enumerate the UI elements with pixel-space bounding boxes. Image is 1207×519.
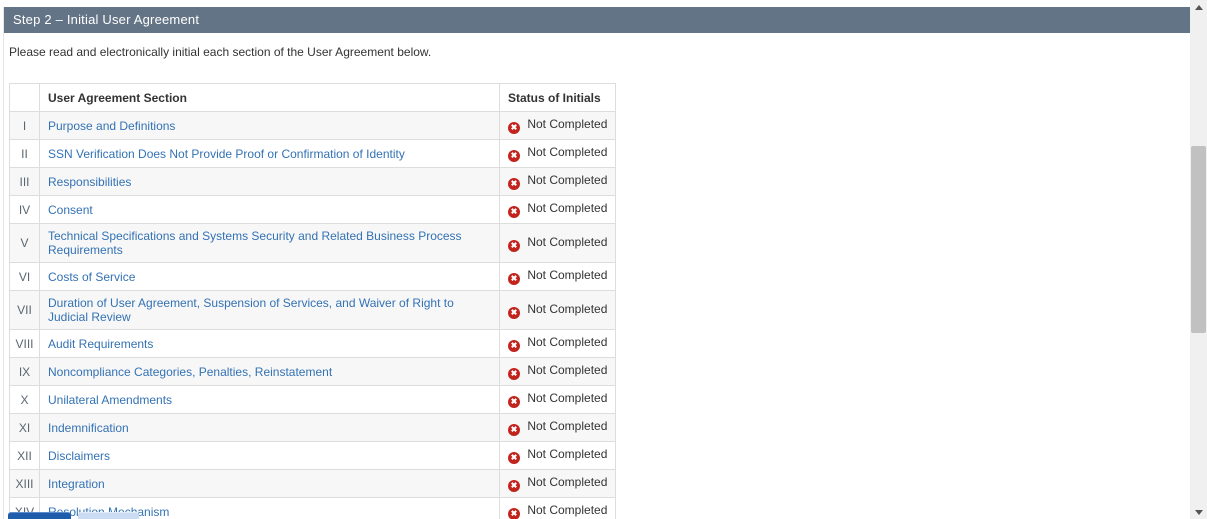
column-header-status: Status of Initials: [500, 84, 616, 112]
x-circle-icon: ✖: [508, 273, 520, 285]
scroll-down-icon[interactable]: [1190, 505, 1207, 519]
row-numeral: V: [10, 224, 40, 263]
status-label: Not Completed: [524, 201, 607, 215]
table-row: V Technical Specifications and Systems Se…: [10, 224, 616, 263]
row-numeral: XIII: [10, 470, 40, 498]
section-link[interactable]: Disclaimers: [48, 449, 110, 463]
row-numeral: I: [10, 112, 40, 140]
row-numeral: VIII: [10, 330, 40, 358]
scrollbar-thumb[interactable]: [1191, 146, 1206, 333]
section-link[interactable]: Indemnification: [48, 421, 129, 435]
table-row: VII Duration of User Agreement, Suspensio…: [10, 291, 616, 330]
step-header: Step 2 – Initial User Agreement: [4, 7, 1190, 33]
section-link[interactable]: Audit Requirements: [48, 337, 153, 351]
status-label: Not Completed: [524, 145, 607, 159]
bottom-button-bar: [8, 512, 139, 519]
table-row: VIII Audit Requirements ✖ Not Completed: [10, 330, 616, 358]
x-circle-icon: ✖: [508, 307, 520, 319]
table-row: X Unilateral Amendments ✖ Not Completed: [10, 386, 616, 414]
status-label: Not Completed: [524, 235, 607, 249]
table-row: XI Indemnification ✖ Not Completed: [10, 414, 616, 442]
section-link[interactable]: Costs of Service: [48, 270, 135, 284]
scroll-up-icon[interactable]: [1190, 0, 1207, 14]
x-circle-icon: ✖: [508, 206, 520, 218]
x-circle-icon: ✖: [508, 396, 520, 408]
section-link[interactable]: Technical Specifications and Systems Sec…: [48, 229, 462, 257]
section-link[interactable]: Consent: [48, 203, 93, 217]
status-label: Not Completed: [524, 447, 607, 461]
status-label: Not Completed: [524, 268, 607, 282]
status-label: Not Completed: [524, 117, 607, 131]
table-row: I Purpose and Definitions ✖ Not Completed: [10, 112, 616, 140]
x-circle-icon: ✖: [508, 424, 520, 436]
section-link[interactable]: Noncompliance Categories, Penalties, Rei…: [48, 365, 332, 379]
x-circle-icon: ✖: [508, 340, 520, 352]
section-link[interactable]: Purpose and Definitions: [48, 119, 175, 133]
x-circle-icon: ✖: [508, 368, 520, 380]
page-title: Step 2 – Initial User Agreement: [13, 12, 199, 27]
column-header-numeral: [10, 84, 40, 112]
status-label: Not Completed: [524, 391, 607, 405]
section-link[interactable]: Unilateral Amendments: [48, 393, 172, 407]
table-row: XIII Integration ✖ Not Completed: [10, 470, 616, 498]
status-label: Not Completed: [524, 302, 607, 316]
x-circle-icon: ✖: [508, 150, 520, 162]
section-link[interactable]: SSN Verification Does Not Provide Proof …: [48, 147, 405, 161]
row-numeral: VI: [10, 263, 40, 291]
row-numeral: IX: [10, 358, 40, 386]
x-circle-icon: ✖: [508, 178, 520, 190]
user-agreement-table: User Agreement Section Status of Initial…: [9, 83, 616, 519]
x-circle-icon: ✖: [508, 508, 520, 519]
status-label: Not Completed: [524, 335, 607, 349]
table-row: II SSN Verification Does Not Provide Proo…: [10, 140, 616, 168]
table-row: III Responsibilities ✖ Not Completed: [10, 168, 616, 196]
bottom-primary-button[interactable]: [8, 512, 71, 519]
x-circle-icon: ✖: [508, 240, 520, 252]
status-label: Not Completed: [524, 503, 607, 517]
table-row: IV Consent ✖ Not Completed: [10, 196, 616, 224]
row-numeral: X: [10, 386, 40, 414]
column-header-section: User Agreement Section: [40, 84, 500, 112]
row-numeral: VII: [10, 291, 40, 330]
status-label: Not Completed: [524, 475, 607, 489]
x-circle-icon: ✖: [508, 452, 520, 464]
table-row: XII Disclaimers ✖ Not Completed: [10, 442, 616, 470]
row-numeral: XI: [10, 414, 40, 442]
bottom-secondary-button[interactable]: [78, 512, 139, 519]
section-link[interactable]: Duration of User Agreement, Suspension o…: [48, 296, 454, 324]
status-label: Not Completed: [524, 363, 607, 377]
vertical-scrollbar[interactable]: [1190, 0, 1207, 519]
content-panel: Step 2 – Initial User Agreement Please r…: [3, 7, 1190, 519]
row-numeral: III: [10, 168, 40, 196]
row-numeral: IV: [10, 196, 40, 224]
table-header-row: User Agreement Section Status of Initial…: [10, 84, 616, 112]
instruction-text: Please read and electronically initial e…: [9, 45, 1190, 59]
status-label: Not Completed: [524, 419, 607, 433]
section-link[interactable]: Responsibilities: [48, 175, 131, 189]
row-numeral: XII: [10, 442, 40, 470]
x-circle-icon: ✖: [508, 480, 520, 492]
row-numeral: II: [10, 140, 40, 168]
table-row: VI Costs of Service ✖ Not Completed: [10, 263, 616, 291]
table-row: IX Noncompliance Categories, Penalties, R…: [10, 358, 616, 386]
x-circle-icon: ✖: [508, 122, 520, 134]
status-label: Not Completed: [524, 173, 607, 187]
section-link[interactable]: Integration: [48, 477, 105, 491]
